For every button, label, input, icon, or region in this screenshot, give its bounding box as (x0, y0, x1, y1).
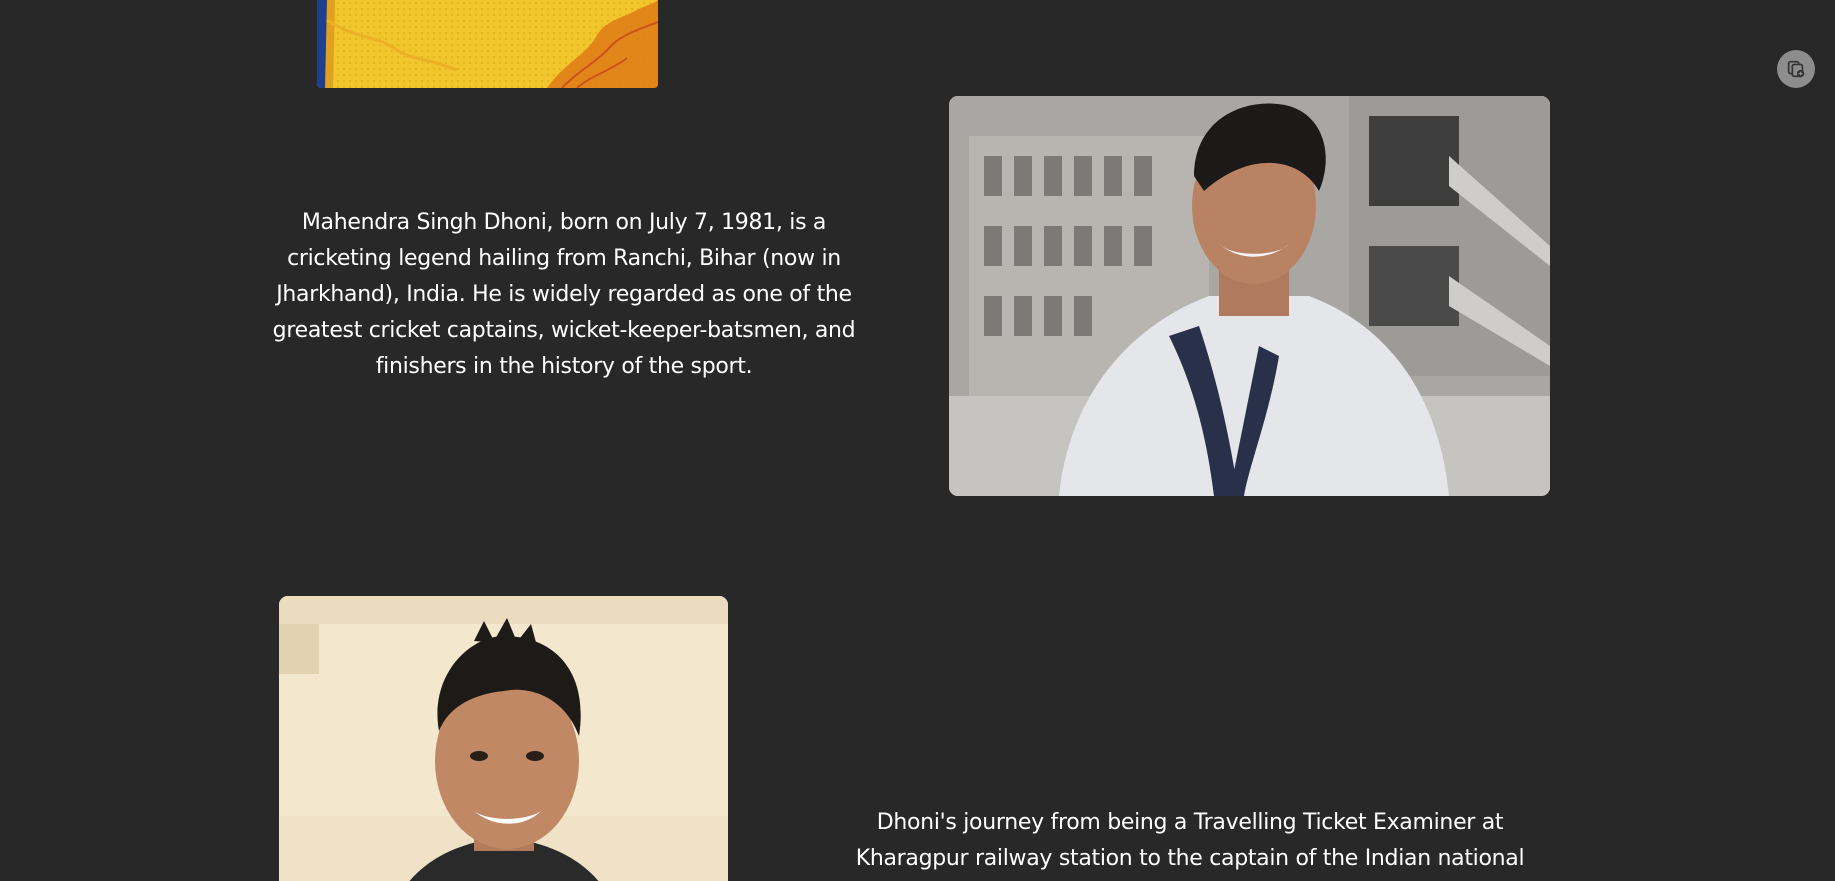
copy-plus-icon (1787, 60, 1805, 78)
page: Mahendra Singh Dhoni, born on July 7, 19… (0, 0, 1835, 881)
young-dhoni-photo (949, 96, 1550, 496)
extension-float-button[interactable] (1777, 50, 1815, 88)
jersey-photo (317, 0, 658, 88)
adult-dhoni-photo (279, 596, 728, 881)
bio-paragraph-journey: Dhoni's journey from being a Travelling … (855, 810, 1525, 871)
bio-paragraph-intro: Mahendra Singh Dhoni, born on July 7, 19… (272, 210, 856, 379)
